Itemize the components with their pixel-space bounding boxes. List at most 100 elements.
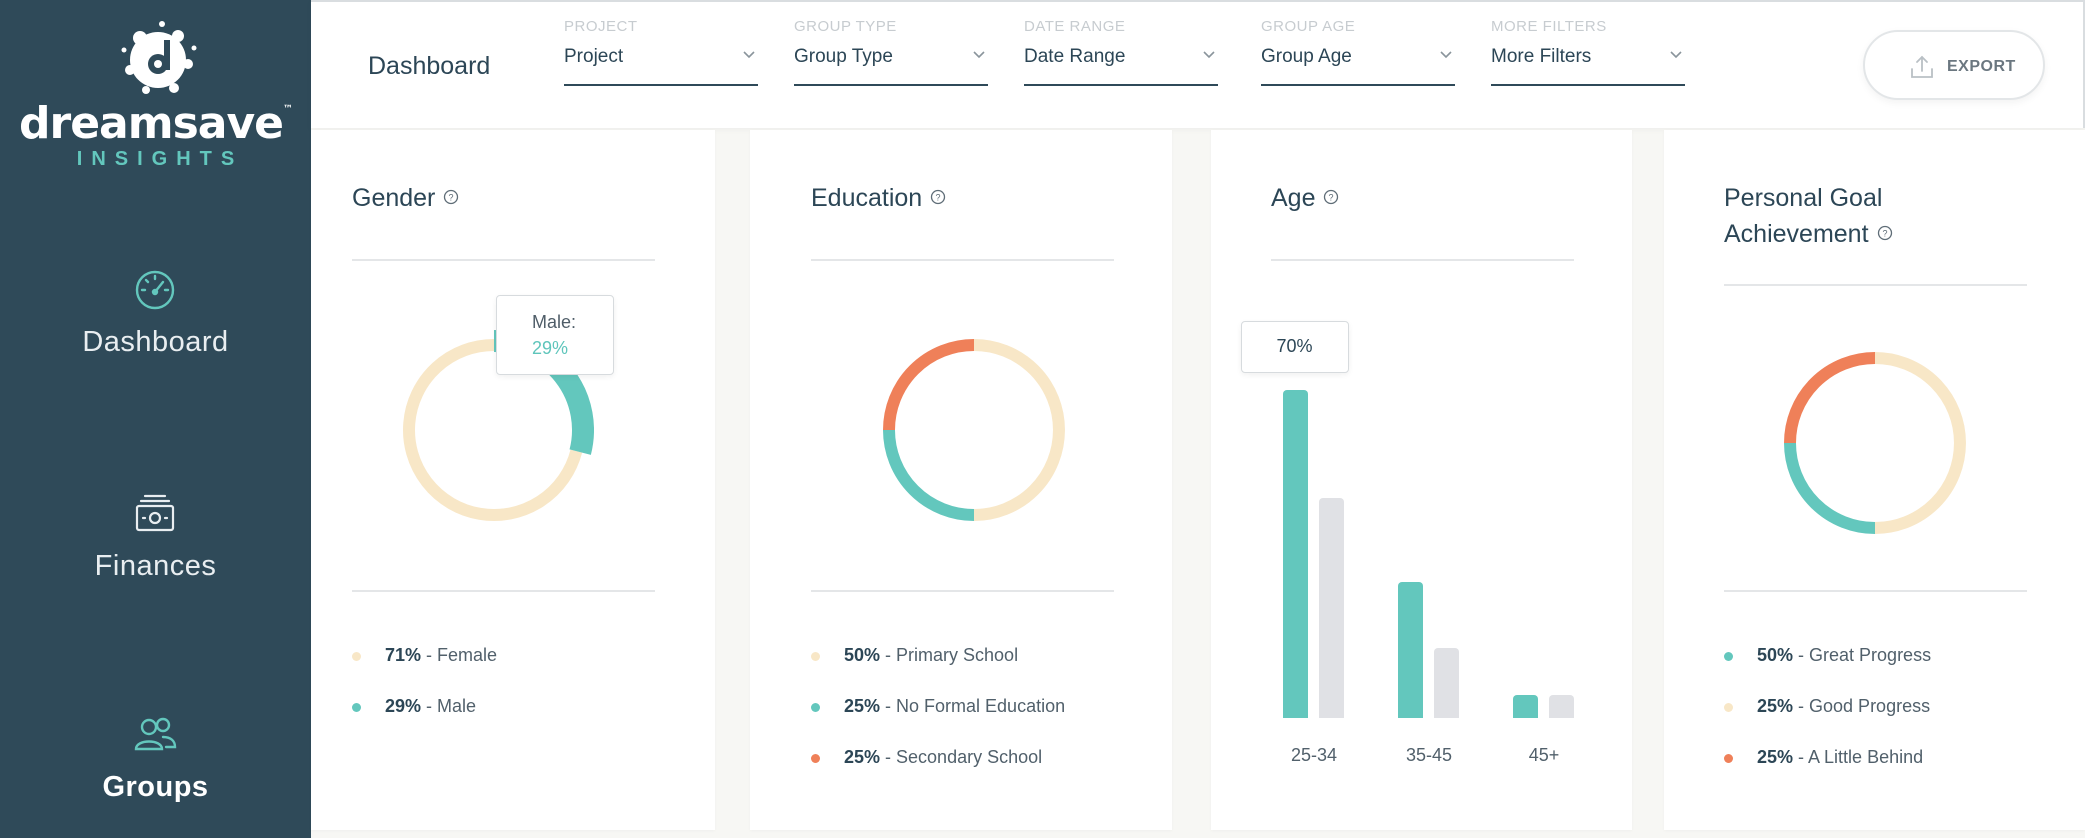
chart-tooltip: Male: 29%: [496, 295, 614, 375]
top-filter-bar: Dashboard PROJECT Project GROUP TYPE Gro…: [311, 0, 2085, 128]
card-title-text: Gender: [352, 184, 436, 212]
divider: [811, 259, 1114, 261]
donut-slice-great-progress[interactable]: [1784, 442, 1876, 534]
card-title-text: Achievement: [1724, 220, 1869, 248]
chevron-down-icon: [743, 51, 755, 59]
chevron-down-icon: [1440, 51, 1452, 59]
filter-group-age[interactable]: GROUP AGE Group Age: [1261, 18, 1455, 86]
svg-text:?: ?: [1882, 229, 1887, 239]
bar-25-34-series-1[interactable]: [1283, 390, 1308, 718]
legend-label: - Great Progress: [1793, 645, 1932, 665]
bar-35-45-series-1[interactable]: [1398, 582, 1423, 718]
legend-label: - Female: [421, 645, 498, 665]
divider: [352, 259, 655, 261]
filter-caption: MORE FILTERS: [1491, 18, 1607, 35]
divider: [1724, 590, 2027, 592]
export-label: EXPORT: [1947, 58, 2016, 75]
legend-label: - Secondary School: [880, 747, 1043, 767]
legend-label: - No Formal Education: [880, 696, 1066, 716]
help-icon[interactable]: ?: [1877, 225, 1893, 241]
filter-value: Group Age: [1261, 46, 1352, 67]
legend-dot: [1724, 754, 1733, 763]
x-tick-label: 45+: [1528, 745, 1560, 765]
filter-caption: DATE RANGE: [1024, 18, 1126, 35]
bar-35-45-series-2[interactable]: [1434, 647, 1459, 718]
page-title: Dashboard: [368, 52, 491, 80]
tooltip-label: Male:: [532, 312, 577, 332]
donut-slice-primary-school[interactable]: [973, 339, 1065, 521]
bar-45+-series-2[interactable]: [1549, 694, 1574, 718]
legend-pct: 71%: [385, 645, 422, 665]
brand-tm: ™: [282, 104, 293, 115]
sidebar-item-groups[interactable]: Groups: [0, 713, 311, 838]
sidebar-item-label: Finances: [94, 550, 217, 582]
filter-caption: GROUP AGE: [1261, 18, 1356, 35]
age-bar-chart[interactable]: 25-34 35-45 45+: [1211, 130, 1632, 830]
legend-pct: 25%: [1757, 696, 1794, 716]
tooltip-value: 29%: [532, 338, 569, 358]
sidebar-item-finances[interactable]: Finances: [0, 492, 311, 622]
bar-45+-series-1[interactable]: [1513, 694, 1538, 718]
sidebar-item-label: Dashboard: [82, 326, 229, 358]
x-tick-label: 35-45: [1405, 745, 1453, 765]
donut-slice-secondary-school[interactable]: [883, 339, 975, 431]
legend-pct: 50%: [1757, 645, 1794, 665]
legend-pct: 25%: [844, 696, 881, 716]
divider: [811, 590, 1114, 592]
donut-slice-a-little-behind[interactable]: [1784, 352, 1876, 444]
card-title-text: Education: [811, 184, 923, 212]
legend-pct: 25%: [1757, 747, 1794, 767]
export-button[interactable]: EXPORT: [1863, 30, 2045, 100]
tooltip-value: 70%: [1276, 336, 1313, 356]
goal-donut-chart[interactable]: [1775, 343, 1975, 543]
filter-project[interactable]: PROJECT Project: [564, 18, 758, 86]
legend-dot: [811, 754, 820, 763]
svg-text:?: ?: [936, 193, 941, 203]
brand-sub: INSIGHTS: [76, 148, 244, 170]
filter-date-range[interactable]: DATE RANGE Date Range: [1024, 18, 1218, 86]
age-card: Age? 25-34 35-45 45+ 70%: [1211, 130, 1632, 830]
chevron-down-icon: [973, 51, 985, 59]
legend-label: - Good Progress: [1793, 696, 1931, 716]
users-icon: [134, 717, 177, 751]
cash-stack-icon: [135, 494, 175, 532]
legend-dot: [352, 703, 361, 712]
legend-pct: 25%: [844, 747, 881, 767]
filter-value: More Filters: [1491, 46, 1592, 67]
bar-25-34-series-2[interactable]: [1319, 497, 1344, 718]
sidebar-item-label: Groups: [102, 771, 209, 803]
chart-tooltip: 70%: [1241, 321, 1349, 373]
education-donut-chart[interactable]: [874, 330, 1074, 530]
upload-icon: [1911, 55, 1933, 78]
legend-dot: [811, 703, 820, 712]
divider: [1724, 284, 2027, 286]
legend-label: - Male: [421, 696, 477, 716]
legend-dot: [1724, 652, 1733, 661]
filter-value: Project: [564, 46, 624, 67]
card-title: Personal Goal Achievement?: [1724, 180, 1893, 252]
divider: [352, 590, 655, 592]
speedometer-icon: [135, 270, 175, 310]
help-icon[interactable]: ?: [443, 189, 459, 205]
filter-caption: PROJECT: [564, 18, 638, 35]
donut-slice-no-formal-education[interactable]: [883, 429, 975, 521]
filter-value: Date Range: [1024, 46, 1126, 67]
legend-dot: [352, 652, 361, 661]
legend-pct: 29%: [385, 696, 422, 716]
legend-dot: [811, 652, 820, 661]
gender-card: Gender? Male: 29% 71% - Female 29% - Mal…: [311, 130, 715, 830]
card-title: Gender?: [352, 180, 459, 216]
filter-more-filters[interactable]: MORE FILTERS More Filters: [1491, 18, 1685, 86]
help-icon[interactable]: ?: [930, 189, 946, 205]
donut-slice-good-progress[interactable]: [1874, 352, 1966, 534]
filter-group-type[interactable]: GROUP TYPE Group Type: [794, 18, 988, 86]
splash-logo-icon: [121, 21, 197, 94]
legend-label: - A Little Behind: [1793, 747, 1924, 767]
legend-label: - Primary School: [880, 645, 1019, 665]
brand-word: dreamsave: [19, 98, 284, 149]
sidebar-item-dashboard[interactable]: Dashboard: [0, 268, 311, 398]
legend-pct: 50%: [844, 645, 881, 665]
filter-value: Group Type: [794, 46, 893, 67]
card-title-text: Personal Goal: [1724, 184, 1883, 212]
education-card: Education? 50% - Primary School 25% - No…: [750, 130, 1172, 830]
